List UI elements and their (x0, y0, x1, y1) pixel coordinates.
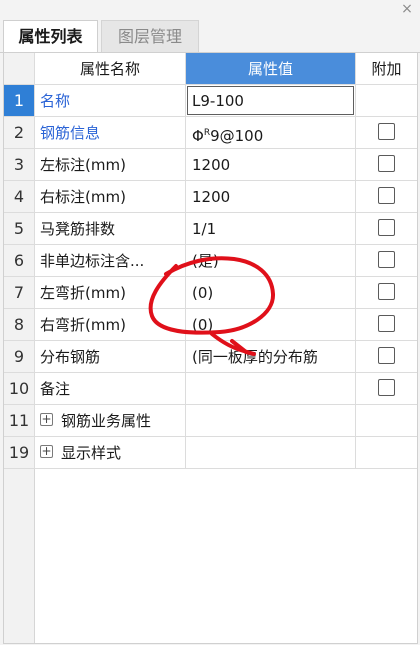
property-value[interactable]: 1/1 (186, 213, 356, 245)
header-add[interactable]: 附加 (356, 53, 417, 85)
add-cell (356, 181, 417, 213)
property-value-input[interactable]: L9-100 (187, 86, 354, 115)
group-row[interactable]: 11 + 钢筋业务属性 (4, 405, 417, 437)
property-value-cell[interactable]: L9-100 (186, 85, 356, 117)
add-checkbox[interactable] (378, 251, 395, 268)
group-name-cell[interactable]: + 显示样式 (35, 437, 186, 469)
add-checkbox[interactable] (378, 283, 395, 300)
header-property-value[interactable]: 属性值 (186, 53, 356, 85)
add-cell (356, 85, 417, 117)
property-name: 右弯折(mm) (35, 309, 186, 341)
table-row[interactable]: 10 备注 (4, 373, 417, 405)
add-checkbox[interactable] (378, 347, 395, 364)
row-number[interactable]: 7 (4, 277, 35, 309)
table-row[interactable]: 3 左标注(mm) 1200 (4, 149, 417, 181)
row-number[interactable]: 4 (4, 181, 35, 213)
property-name: 备注 (35, 373, 186, 405)
add-checkbox[interactable] (378, 123, 395, 140)
add-checkbox[interactable] (378, 315, 395, 332)
row-number[interactable]: 11 (4, 405, 35, 437)
add-cell (356, 149, 417, 181)
table-row[interactable]: 2 钢筋信息 ΦR9@100 (4, 117, 417, 149)
table-row[interactable]: 5 马凳筋排数 1/1 (4, 213, 417, 245)
row-number[interactable]: 6 (4, 245, 35, 277)
table-row[interactable]: 1 名称 L9-100 (4, 85, 417, 117)
row-number[interactable]: 1 (4, 85, 35, 117)
property-value[interactable]: (同一板厚的分布筋 (186, 341, 356, 373)
table-row[interactable]: 8 右弯折(mm) (0) (4, 309, 417, 341)
row-number[interactable]: 10 (4, 373, 35, 405)
group-name-cell[interactable]: + 钢筋业务属性 (35, 405, 186, 437)
add-cell (356, 309, 417, 341)
property-name: 名称 (35, 85, 186, 117)
add-cell (356, 373, 417, 405)
tab-property-list[interactable]: 属性列表 (3, 20, 98, 52)
table-row[interactable]: 4 右标注(mm) 1200 (4, 181, 417, 213)
add-cell (356, 437, 417, 469)
add-checkbox[interactable] (378, 187, 395, 204)
table-row[interactable]: 9 分布钢筋 (同一板厚的分布筋 (4, 341, 417, 373)
property-name: 左标注(mm) (35, 149, 186, 181)
property-name: 右标注(mm) (35, 181, 186, 213)
property-name: 左弯折(mm) (35, 277, 186, 309)
row-number[interactable]: 2 (4, 117, 35, 149)
row-number[interactable]: 19 (4, 437, 35, 469)
property-value[interactable]: 1200 (186, 149, 356, 181)
title-bar: × (0, 0, 420, 20)
corner-cell (4, 53, 35, 85)
property-grid: 属性名称 属性值 附加 1 名称 L9-100 2 钢筋信息 ΦR9@100 3… (3, 52, 418, 644)
group-name: 钢筋业务属性 (61, 412, 152, 430)
property-name: 马凳筋排数 (35, 213, 186, 245)
property-value[interactable]: (0) (186, 277, 356, 309)
table-row[interactable]: 6 非单边标注含... (是) (4, 245, 417, 277)
header-row: 属性名称 属性值 附加 (4, 53, 417, 85)
property-value[interactable]: (0) (186, 309, 356, 341)
property-value[interactable]: ΦR9@100 (186, 117, 356, 149)
close-icon[interactable]: × (400, 0, 414, 18)
property-value[interactable]: (是) (186, 245, 356, 277)
add-checkbox[interactable] (378, 155, 395, 172)
add-cell (356, 213, 417, 245)
property-value[interactable]: 1200 (186, 181, 356, 213)
property-value (186, 437, 356, 469)
add-cell (356, 341, 417, 373)
add-cell (356, 117, 417, 149)
property-value[interactable] (186, 373, 356, 405)
property-name: 分布钢筋 (35, 341, 186, 373)
add-cell (356, 277, 417, 309)
property-name: 非单边标注含... (35, 245, 186, 277)
group-row[interactable]: 19 + 显示样式 (4, 437, 417, 469)
row-number[interactable]: 3 (4, 149, 35, 181)
row-number[interactable]: 8 (4, 309, 35, 341)
expand-plus-icon[interactable]: + (40, 413, 53, 426)
group-name: 显示样式 (61, 444, 122, 462)
table-row[interactable]: 7 左弯折(mm) (0) (4, 277, 417, 309)
add-cell (356, 245, 417, 277)
tab-bar: 属性列表 图层管理 (0, 20, 420, 53)
add-checkbox[interactable] (378, 379, 395, 396)
rebar-grade-symbol: ΦR (192, 127, 211, 145)
property-name: 钢筋信息 (35, 117, 186, 149)
row-number[interactable]: 5 (4, 213, 35, 245)
add-cell (356, 405, 417, 437)
add-checkbox[interactable] (378, 219, 395, 236)
tab-layer-management[interactable]: 图层管理 (101, 20, 199, 52)
row-number[interactable]: 9 (4, 341, 35, 373)
header-property-name[interactable]: 属性名称 (35, 53, 186, 85)
property-value (186, 405, 356, 437)
expand-plus-icon[interactable]: + (40, 445, 53, 458)
